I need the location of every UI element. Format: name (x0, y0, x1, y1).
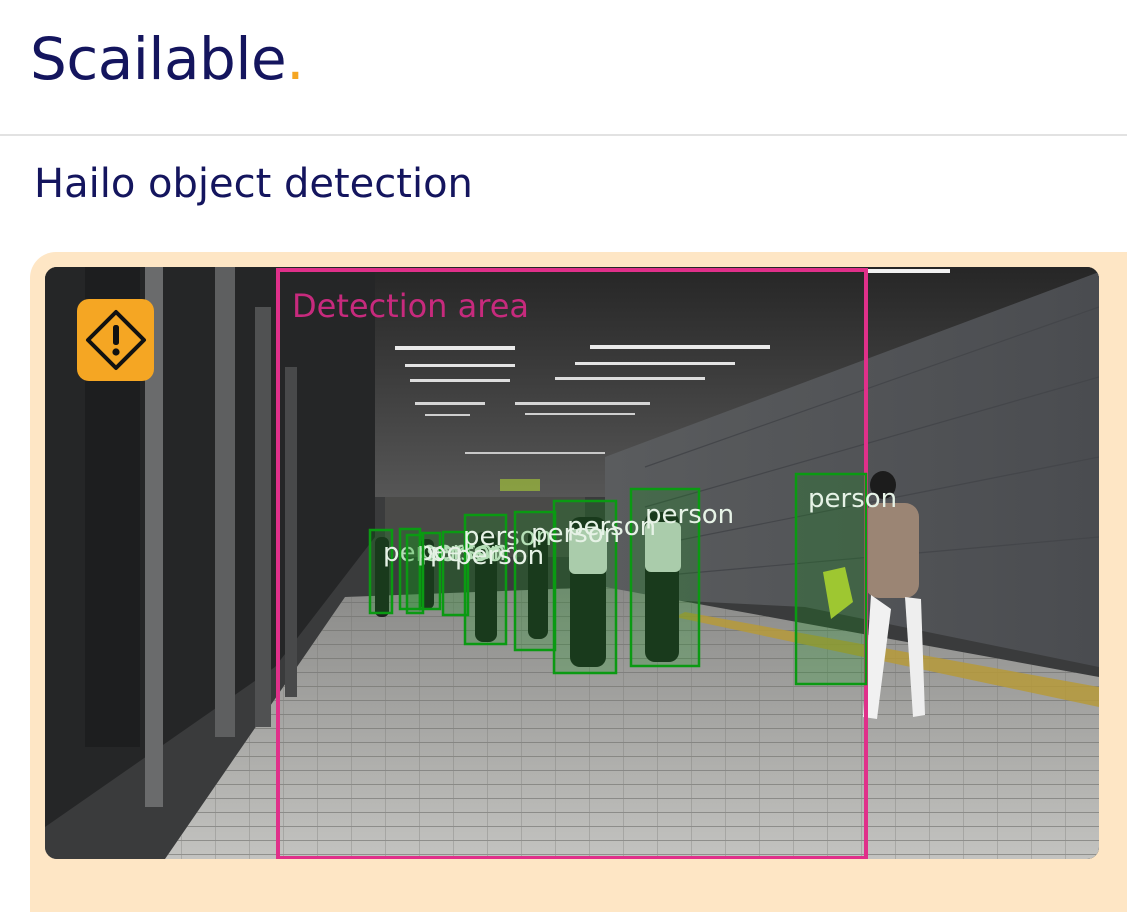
scailable-logo[interactable]: Scailable. (30, 30, 305, 88)
detection-label: person (567, 512, 656, 542)
detection-label: person (808, 484, 897, 514)
video-feed[interactable]: Detection area person person person person p… (45, 267, 1099, 859)
logo-dot: . (286, 25, 305, 93)
detection-area-label: Detection area (292, 287, 529, 325)
detection-label: person (645, 500, 734, 530)
logo-text: Scailable (30, 25, 287, 93)
warning-diamond-icon (85, 310, 146, 370)
site-header: Scailable. (0, 0, 1127, 136)
video-frame: Detection area personpersonpersonpersonp… (45, 267, 1099, 859)
warning-badge[interactable] (77, 299, 154, 381)
page-title: Hailo object detection (34, 161, 473, 207)
